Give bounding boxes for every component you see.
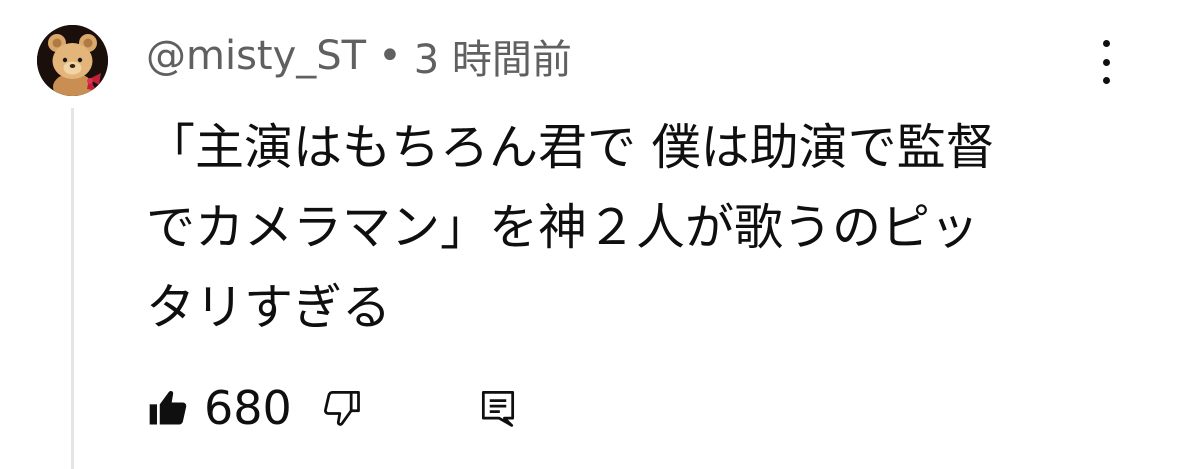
more-vertical-icon-dot-1 <box>1102 40 1110 47</box>
comment-reply-icon <box>481 391 514 427</box>
more-vertical-icon-dot-3 <box>1102 77 1110 84</box>
comment-timestamp[interactable]: 3 時間前 <box>414 27 572 85</box>
teddy-bear-avatar-icon <box>37 25 108 96</box>
thumbs-up-filled-icon <box>149 390 187 425</box>
author-handle[interactable]: @misty_ST <box>146 33 366 79</box>
comment-actions: 680 <box>146 378 520 438</box>
thumbs-down-outline-icon <box>323 391 360 426</box>
more-vertical-icon-dot-2 <box>1102 58 1110 66</box>
comment-item: @misty_ST • 3 時間前 「主演はもちろん君で 僕は助演で監督 でカメ… <box>0 0 1179 469</box>
comment-header: @misty_ST • 3 時間前 <box>146 28 572 84</box>
thread-line <box>71 108 74 469</box>
comment-text: 「主演はもちろん君で 僕は助演で監督 でカメラマン」を神２人が歌うのピッ タリす… <box>146 119 995 336</box>
reply-button[interactable] <box>476 386 520 430</box>
like-button[interactable] <box>146 386 190 430</box>
avatar[interactable] <box>37 25 108 96</box>
more-options-button[interactable] <box>1090 40 1122 84</box>
like-count: 680 <box>204 381 292 435</box>
meta-separator: • <box>378 33 402 79</box>
dislike-button[interactable] <box>320 386 364 430</box>
